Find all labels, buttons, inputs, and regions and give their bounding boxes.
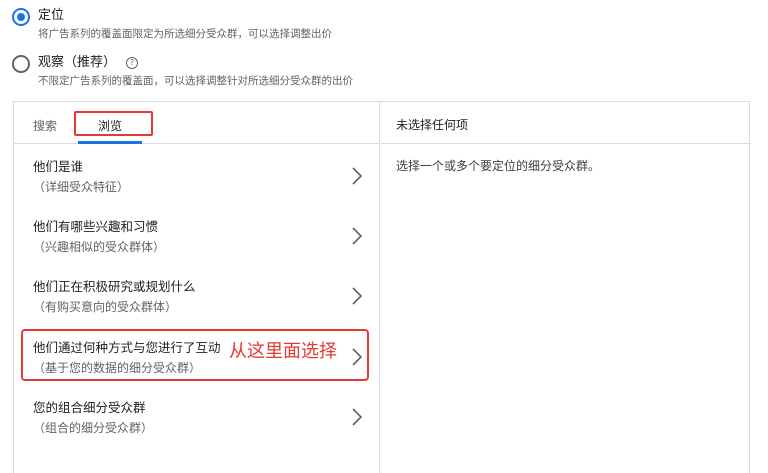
browse-item-title: 您的组合细分受众群 [33, 400, 146, 415]
browse-item-subtitle: （组合的细分受众群） [33, 421, 154, 435]
selection-header: 未选择任何项 [381, 102, 751, 144]
browse-column: 搜索 浏览 他们是谁 （详细受众特征） 他们有哪些兴趣和习惯 （兴趣相似的受众群… [14, 102, 380, 473]
browse-item-title: 他们正在积极研究或规划什么 [33, 279, 196, 294]
tab-highlight-box [74, 111, 153, 136]
targeting-option-description: 将广告系列的覆盖面限定为所选细分受众群，可以选择调整出价 [38, 28, 332, 40]
browse-item-title: 他们是谁 [33, 159, 84, 174]
radio-button-unchecked[interactable] [12, 55, 30, 73]
observation-option-title-row: 观察（推荐） ? [38, 55, 353, 71]
chevron-right-icon [352, 287, 363, 305]
help-icon[interactable]: ? [126, 57, 139, 69]
tab-bar: 搜索 浏览 [14, 102, 380, 144]
tab-search[interactable]: 搜索 [33, 117, 57, 134]
targeting-option-targeting[interactable]: 定位 将广告系列的覆盖面限定为所选细分受众群，可以选择调整出价 [12, 8, 332, 41]
observation-option-text: 观察（推荐） ? 不限定广告系列的覆盖面，可以选择调整针对所选细分受众群的出价 [38, 55, 353, 88]
targeting-option-observation[interactable]: 观察（推荐） ? 不限定广告系列的覆盖面，可以选择调整针对所选细分受众群的出价 [12, 55, 353, 88]
item-highlight-box [21, 329, 369, 381]
selection-empty-message: 选择一个或多个要定位的细分受众群。 [396, 159, 601, 173]
browse-item-subtitle: （兴趣相似的受众群体） [33, 240, 166, 254]
radio-button-checked[interactable] [12, 8, 30, 26]
selection-title: 未选择任何项 [396, 118, 469, 132]
browse-item-who[interactable]: 他们是谁 （详细受众特征） [14, 159, 380, 217]
chevron-right-icon [352, 408, 363, 426]
browse-item-subtitle: （有购买意向的受众群体） [33, 300, 178, 314]
browse-item-subtitle: （详细受众特征） [33, 180, 130, 194]
browse-item-interests[interactable]: 他们有哪些兴趣和习惯 （兴趣相似的受众群体） [14, 219, 380, 277]
browse-item-title: 他们有哪些兴趣和习惯 [33, 219, 159, 234]
observation-option-description: 不限定广告系列的覆盖面，可以选择调整针对所选细分受众群的出价 [38, 75, 353, 87]
targeting-option-title: 定位 [38, 8, 65, 23]
audience-segment-panel: 搜索 浏览 他们是谁 （详细受众特征） 他们有哪些兴趣和习惯 （兴趣相似的受众群… [13, 101, 751, 473]
targeting-option-text: 定位 将广告系列的覆盖面限定为所选细分受众群，可以选择调整出价 [38, 8, 332, 41]
browse-item-combined[interactable]: 您的组合细分受众群 （组合的细分受众群） [14, 400, 380, 458]
active-tab-indicator [78, 141, 142, 144]
chevron-right-icon [352, 167, 363, 185]
observation-option-title: 观察（推荐） [38, 55, 117, 70]
chevron-right-icon [352, 227, 363, 245]
